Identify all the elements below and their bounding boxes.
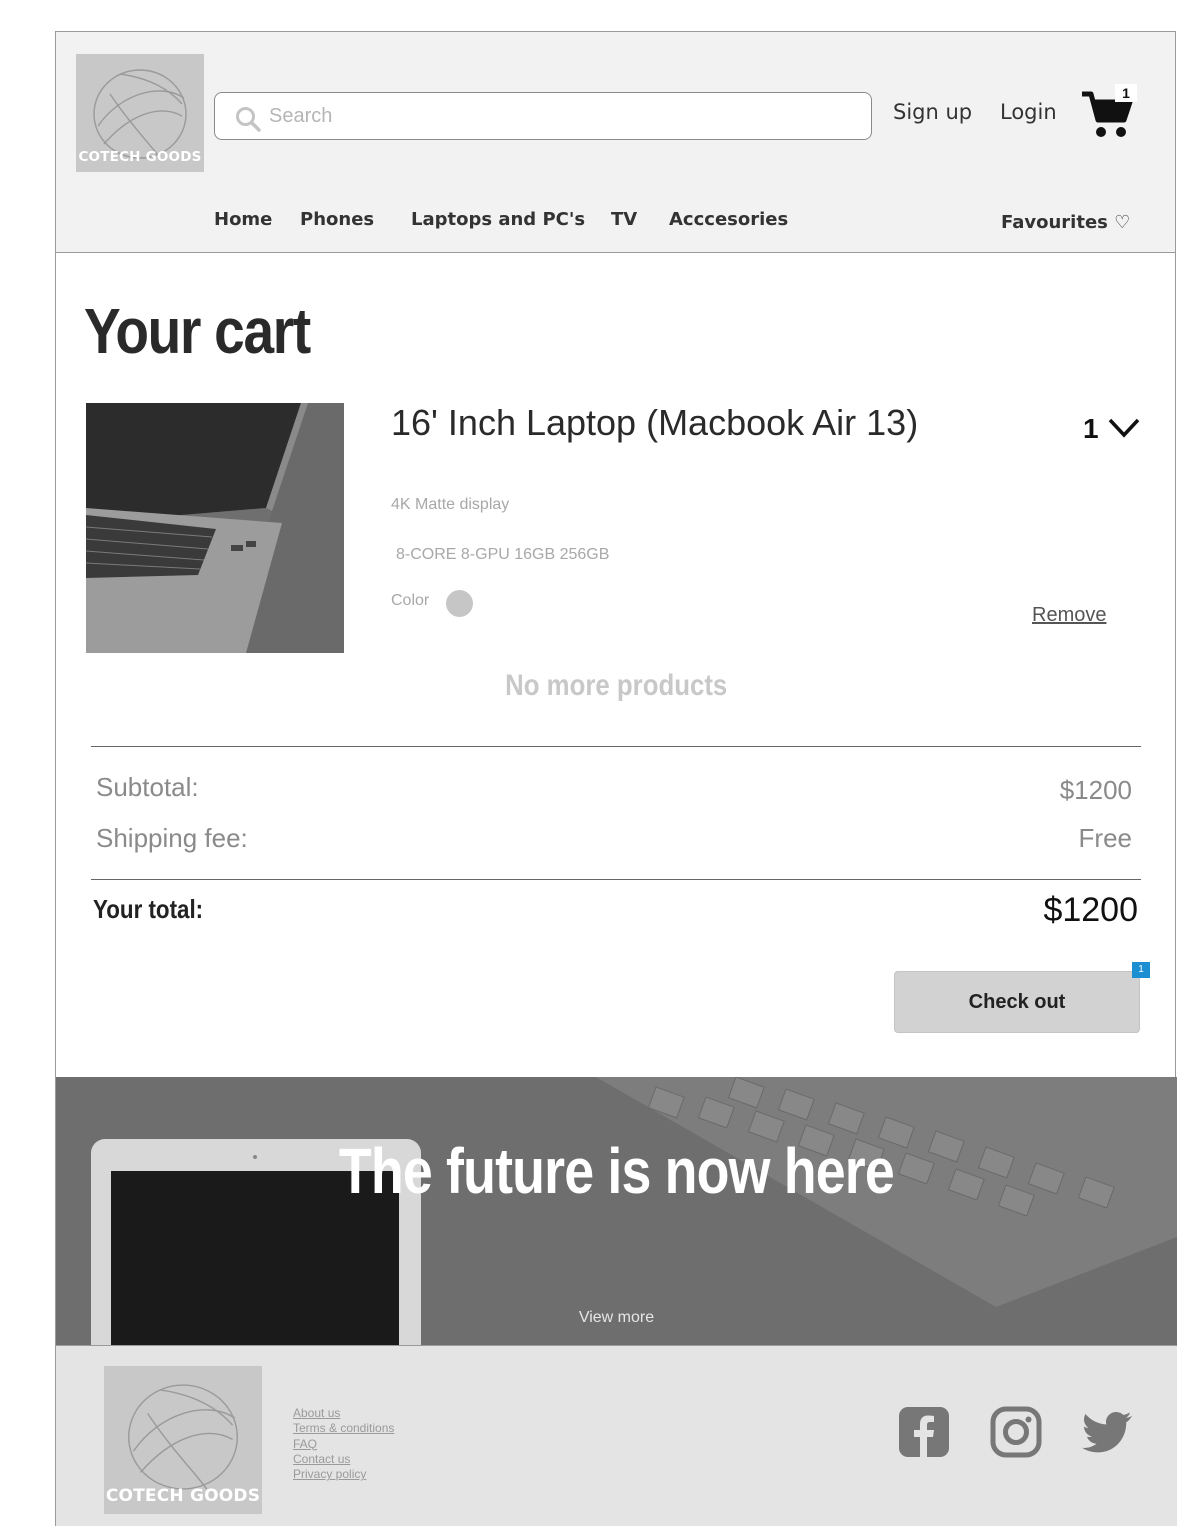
promo-banner: The future is now here View more (56, 1077, 1177, 1345)
subtotal-label: Subtotal: (96, 772, 199, 802)
subtotal-value: $1200 (1059, 775, 1132, 805)
site-footer: COTECH GOODS About us Terms & conditions… (56, 1345, 1177, 1526)
nav-item-accessories[interactable]: Acccesories (669, 209, 788, 230)
quantity-value[interactable]: 1 (1083, 413, 1099, 445)
product-image[interactable] (86, 403, 344, 653)
twitter-icon[interactable] (1082, 1406, 1134, 1458)
footer-logo[interactable]: COTECH GOODS (104, 1366, 262, 1514)
search-icon (236, 107, 261, 132)
footer-link-terms[interactable]: Terms & conditions (293, 1421, 394, 1436)
color-label: Color (391, 592, 430, 609)
total-value: $1200 (1043, 891, 1138, 929)
cart-count-badge: 1 (1115, 84, 1137, 102)
divider (91, 746, 1141, 747)
total-label: Your total: (93, 894, 204, 924)
globe-logo-icon (128, 1384, 238, 1490)
no-more-products: No more products (56, 669, 1177, 703)
shipping-value: Free (1078, 823, 1132, 853)
instagram-icon[interactable] (990, 1406, 1042, 1458)
banner-background-image (56, 1077, 1177, 1345)
chevron-down-icon[interactable] (1108, 418, 1140, 438)
search-bar (214, 92, 872, 140)
nav-item-laptops[interactable]: Laptops and PC's (411, 209, 585, 230)
annotation-badge: 1 (1132, 962, 1150, 978)
nav-item-home[interactable]: Home (214, 209, 272, 230)
sign-up-link[interactable]: Sign up (893, 100, 972, 124)
footer-link-contact[interactable]: Contact us (293, 1452, 394, 1467)
footer-link-privacy[interactable]: Privacy policy (293, 1467, 394, 1482)
banner-title-text: The future is now here (338, 1135, 895, 1207)
banner-title: The future is now here (56, 1134, 1177, 1208)
footer-link-faq[interactable]: FAQ (293, 1437, 394, 1452)
page-frame: COTECH GOODS Sign up Login 1 Home Phones… (55, 31, 1177, 1526)
favourites-link[interactable]: Favourites ♡ (1001, 212, 1130, 233)
divider (91, 879, 1141, 880)
shipping-label: Shipping fee: (96, 823, 248, 853)
laptop-photo (86, 403, 344, 653)
site-logo[interactable]: COTECH GOODS (76, 54, 204, 172)
remove-link[interactable]: Remove (1032, 604, 1106, 627)
search-input[interactable] (269, 101, 859, 131)
logo-text: COTECH GOODS (105, 1486, 261, 1506)
page-title: Your cart (84, 295, 311, 367)
cart-button[interactable]: 1 (1080, 84, 1138, 140)
logo-text: COTECH GOODS (78, 149, 202, 165)
spec-hardware: 8-CORE 8-GPU 16GB 256GB (396, 546, 610, 563)
site-header: COTECH GOODS Sign up Login 1 Home Phones… (56, 32, 1175, 253)
spec-display: 4K Matte display (391, 496, 510, 513)
footer-link-about[interactable]: About us (293, 1406, 394, 1421)
color-swatch[interactable] (446, 590, 473, 617)
footer-links: About us Terms & conditions FAQ Contact … (293, 1406, 394, 1482)
login-link[interactable]: Login (1000, 100, 1057, 124)
product-name[interactable]: 16' Inch Laptop (Macbook Air 13) (391, 402, 918, 444)
view-more-link[interactable]: View more (56, 1309, 1177, 1327)
nav-item-phones[interactable]: Phones (300, 209, 374, 230)
facebook-icon[interactable] (898, 1406, 950, 1458)
nav-item-tv[interactable]: TV (611, 209, 637, 230)
checkout-button[interactable]: Check out (894, 971, 1140, 1033)
no-more-products-text: No more products (505, 669, 728, 702)
